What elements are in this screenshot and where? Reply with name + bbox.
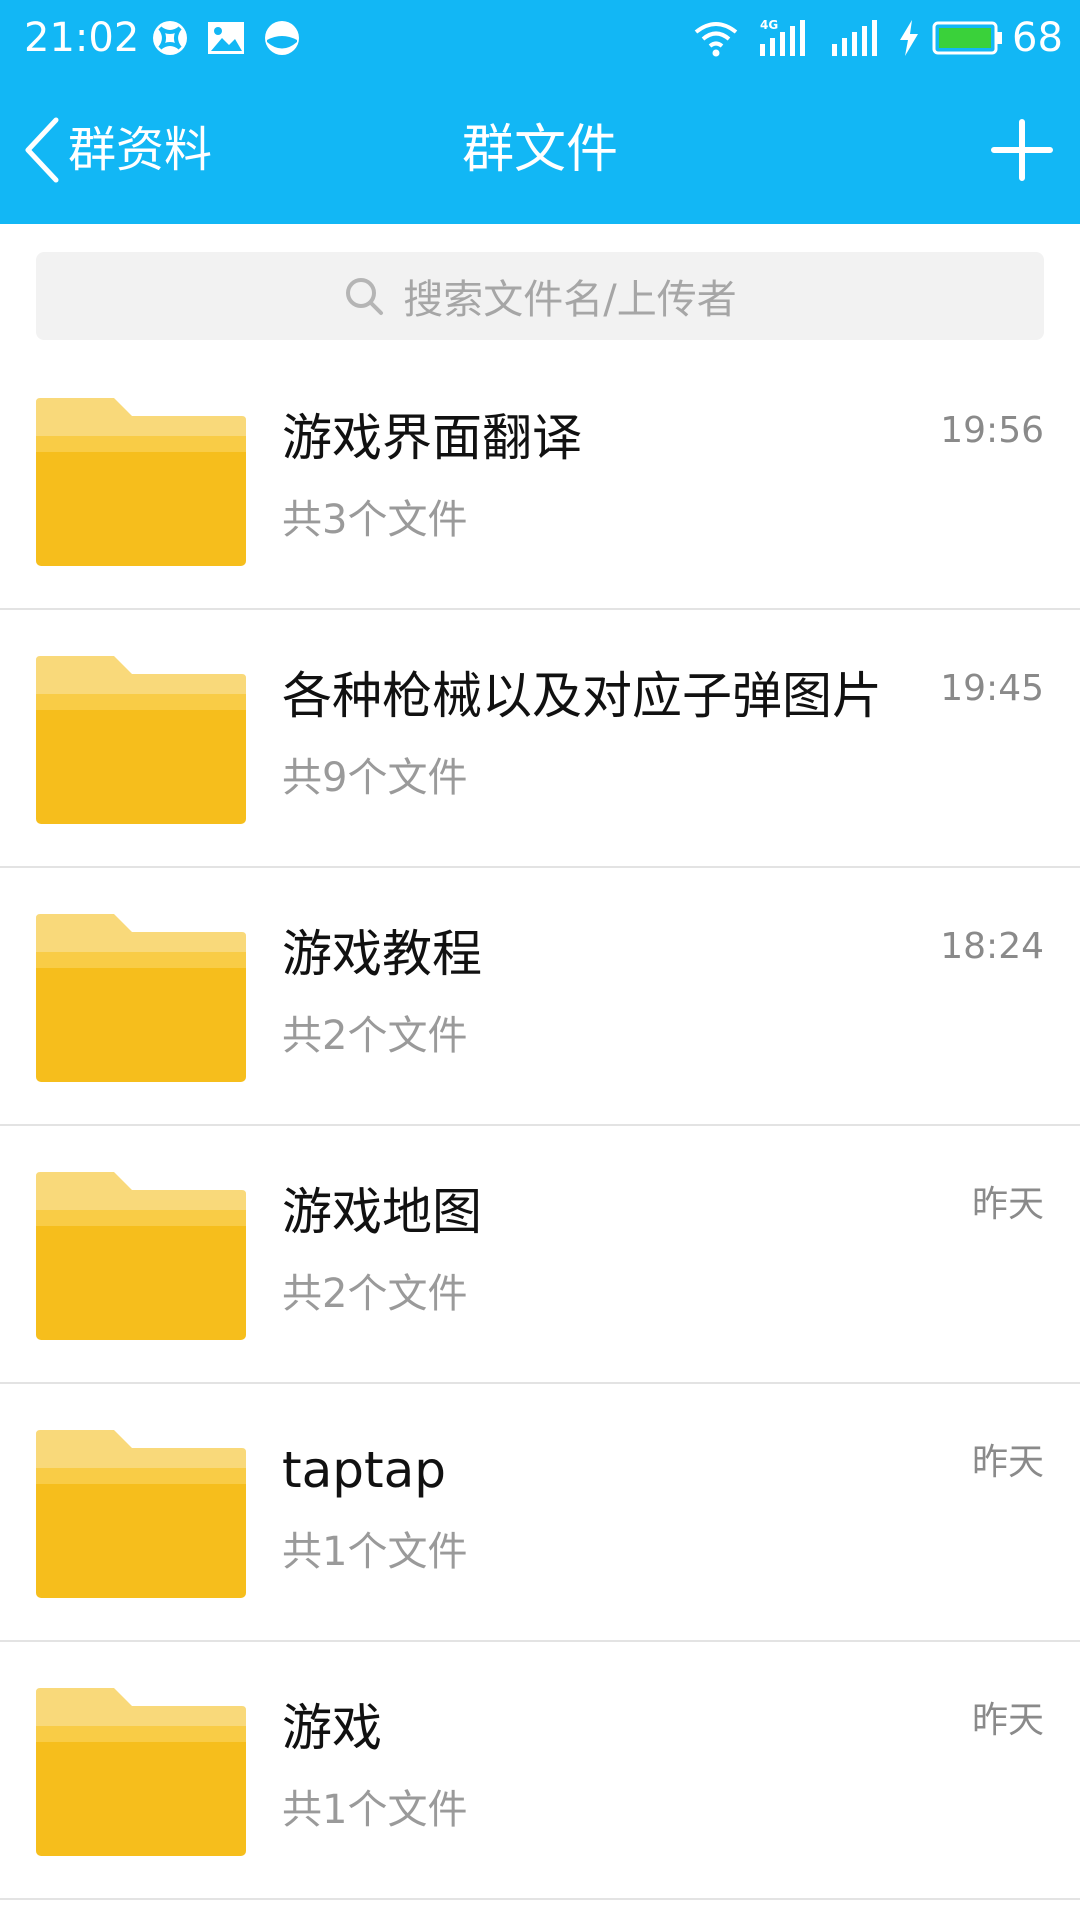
- file-count: 共1个文件: [282, 1529, 468, 1575]
- folder-icon: [36, 1172, 246, 1340]
- file-name: taptap: [282, 1441, 446, 1499]
- list-item[interactable]: 各种枪械以及对应子弹图片 共9个文件 19:45: [0, 610, 1080, 868]
- file-time: 18:24: [940, 926, 1044, 967]
- file-name: 各种枪械以及对应子弹图片: [282, 667, 882, 725]
- page-title: 群文件: [461, 120, 618, 180]
- search-input[interactable]: 搜索文件名/上传者: [36, 252, 1044, 340]
- battery-icon: [932, 18, 1004, 58]
- list-item[interactable]: 游戏教程 共2个文件 18:24: [0, 868, 1080, 1126]
- add-button[interactable]: [986, 114, 1058, 186]
- folder-icon: [36, 656, 246, 824]
- folder-icon: [36, 1430, 246, 1598]
- screen: 21:02 4G 68 群资料 群文件 搜索文件名/上传者 游戏界面翻译 共3个…: [0, 0, 1080, 1920]
- network-type-label: 4G: [760, 18, 778, 32]
- plus-icon: [991, 119, 1053, 181]
- header: 21:02 4G 68 群资料 群文件: [0, 0, 1080, 224]
- file-time: 昨天: [971, 1442, 1044, 1483]
- status-bar: 21:02 4G 68: [0, 0, 1080, 76]
- wifi-icon: [692, 18, 740, 58]
- file-count: 共9个文件: [282, 755, 468, 801]
- image-notification-icon: [206, 18, 246, 58]
- file-count: 共3个文件: [282, 497, 468, 543]
- file-list: 游戏界面翻译 共3个文件 19:56 各种枪械以及对应子弹图片 共9个文件 19…: [0, 352, 1080, 1900]
- battery-level: 68: [1012, 15, 1063, 61]
- file-count: 共2个文件: [282, 1013, 468, 1059]
- file-time: 19:45: [940, 668, 1044, 709]
- sync-icon: [262, 18, 302, 58]
- browser-icon: [150, 18, 190, 58]
- list-item[interactable]: 游戏界面翻译 共3个文件 19:56: [0, 352, 1080, 610]
- search-icon: [346, 278, 384, 315]
- status-time: 21:02: [24, 15, 140, 61]
- file-time: 19:56: [940, 410, 1044, 451]
- file-name: 游戏界面翻译: [282, 409, 582, 467]
- list-item[interactable]: taptap 共1个文件 昨天: [0, 1384, 1080, 1642]
- file-time: 昨天: [971, 1700, 1044, 1741]
- folder-icon: [36, 914, 246, 1082]
- search-placeholder: 搜索文件名/上传者: [403, 277, 737, 323]
- file-name: 游戏地图: [282, 1183, 482, 1241]
- file-name: 游戏教程: [282, 925, 482, 983]
- file-time: 昨天: [971, 1184, 1044, 1225]
- signal-4g-icon: 4G: [758, 18, 814, 58]
- charging-icon: [896, 18, 922, 58]
- folder-icon: [36, 1688, 246, 1856]
- folder-icon: [36, 398, 246, 566]
- file-count: 共2个文件: [282, 1271, 468, 1317]
- title-bar: 群资料 群文件: [0, 76, 1080, 224]
- list-item[interactable]: 游戏地图 共2个文件 昨天: [0, 1126, 1080, 1384]
- signal-icon: [830, 18, 882, 58]
- file-count: 共1个文件: [282, 1787, 468, 1833]
- list-item[interactable]: 游戏 共1个文件 昨天: [0, 1642, 1080, 1900]
- file-name: 游戏: [282, 1699, 382, 1757]
